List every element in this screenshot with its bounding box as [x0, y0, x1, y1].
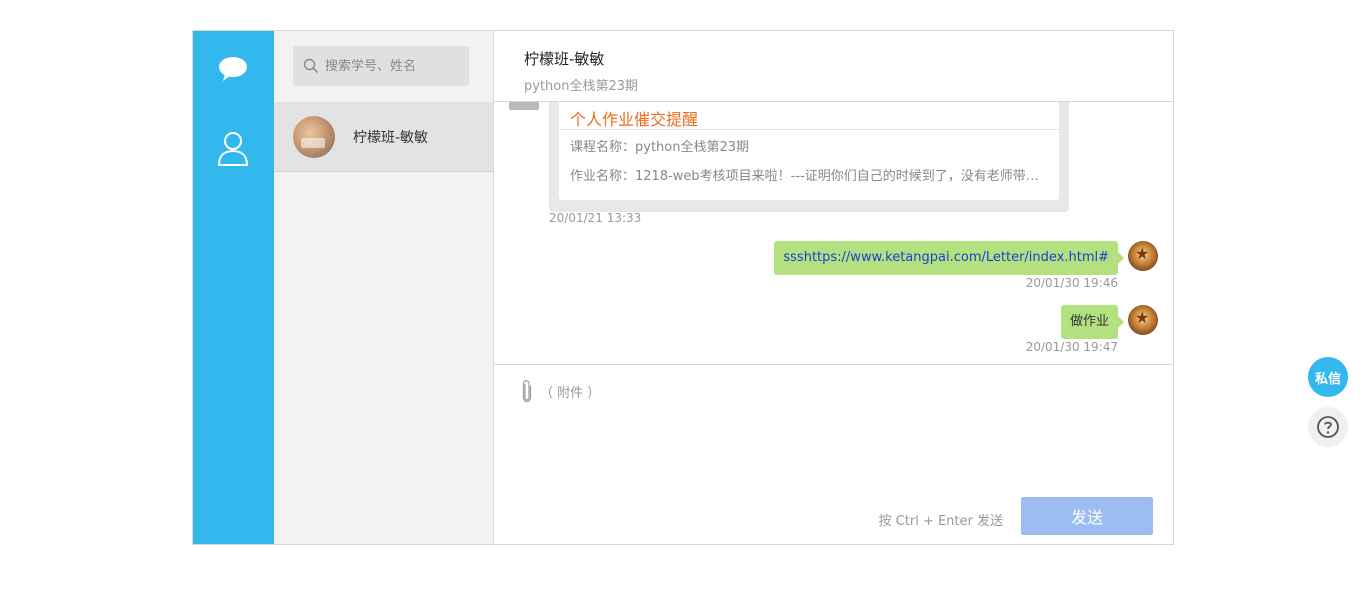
card-body: 个人作业催交提醒 课程名称：python全栈第23期 作业名称：1218-web…: [559, 102, 1059, 200]
contact-avatar: [293, 115, 335, 158]
conversation-pane: 柠檬班-敏敏 python全栈第23期 个人作业催交提醒 课程名称：python…: [494, 31, 1173, 544]
contacts-nav-button[interactable]: [213, 129, 253, 169]
search-input[interactable]: [325, 58, 465, 74]
sender-avatar: [509, 102, 539, 110]
card-divider: [559, 129, 1059, 130]
send-button[interactable]: 发送: [1021, 497, 1153, 535]
contact-pane: 柠檬班-敏敏: [274, 31, 494, 544]
help-button[interactable]: [1308, 407, 1348, 447]
question-circle-icon: [1317, 416, 1339, 438]
attach-label: （ 附件 ）: [540, 385, 601, 401]
left-rail: [193, 31, 274, 544]
my-avatar: [1128, 305, 1158, 335]
contact-name: 柠檬班-敏敏: [353, 129, 429, 146]
private-message-button[interactable]: 私信: [1308, 357, 1348, 397]
message-list[interactable]: 个人作业催交提醒 课程名称：python全栈第23期 作业名称：1218-web…: [494, 102, 1173, 364]
composer[interactable]: （ 附件 ） 按 Ctrl + Enter 发送 发送: [494, 364, 1173, 544]
sent-message-text[interactable]: 做作业: [1060, 305, 1125, 339]
send-hint: 按 Ctrl + Enter 发送: [878, 514, 1003, 529]
search-icon: [303, 58, 318, 73]
conversation-header: 柠檬班-敏敏 python全栈第23期: [494, 31, 1173, 102]
attach-button[interactable]: （ 附件 ）: [522, 379, 600, 403]
messages-nav-button[interactable]: [213, 49, 253, 89]
contact-item[interactable]: 柠檬班-敏敏: [274, 102, 493, 172]
chat-bubble-icon: [219, 57, 247, 81]
card-timestamp: 20/01/21 13:33: [549, 211, 642, 225]
card-title: 个人作业催交提醒: [570, 110, 699, 129]
message-timestamp: 20/01/30 19:46: [1025, 276, 1118, 290]
conversation-title: 柠檬班-敏敏: [524, 50, 605, 68]
sent-message-link[interactable]: ssshttps://www.ketangpai.com/Letter/inde…: [774, 241, 1124, 275]
chat-window: 柠檬班-敏敏 柠檬班-敏敏 python全栈第23期 个人作业催交提醒 课程名称…: [192, 30, 1174, 545]
conversation-subtitle: python全栈第23期: [524, 79, 639, 94]
card-homework-line: 作业名称：1218-web考核项目来啦！---证明你们自己的时候到了，没有老师带…: [570, 169, 1050, 184]
search-box[interactable]: [293, 46, 469, 86]
paperclip-icon: [522, 380, 532, 402]
my-avatar: [1128, 241, 1158, 271]
card-course-line: 课程名称：python全栈第23期: [570, 140, 750, 155]
homework-reminder-card[interactable]: 个人作业催交提醒 课程名称：python全栈第23期 作业名称：1218-web…: [549, 102, 1069, 212]
message-timestamp: 20/01/30 19:47: [1025, 340, 1118, 354]
user-icon: [217, 132, 249, 166]
